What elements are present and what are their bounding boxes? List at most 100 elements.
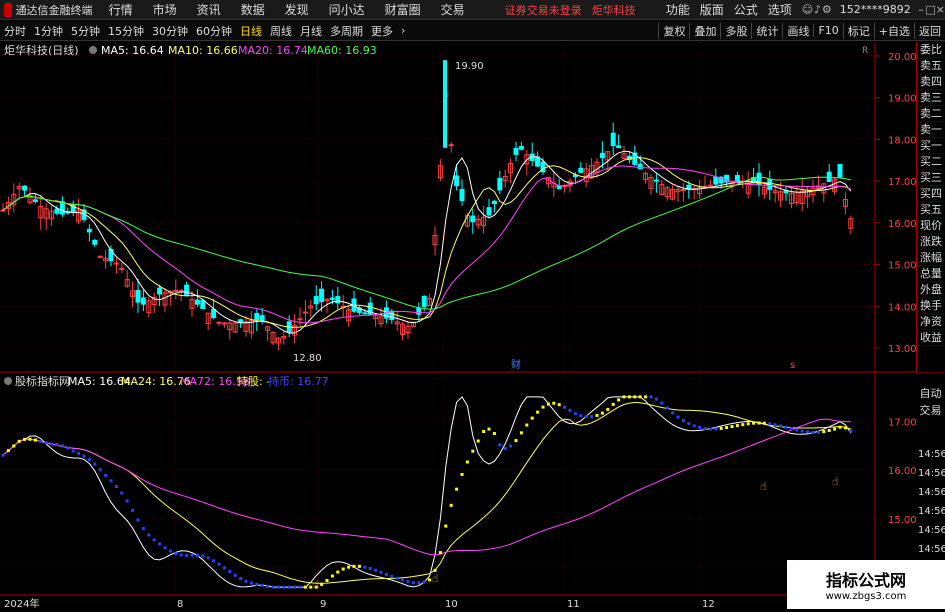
tool-stats[interactable]: 统计 — [751, 22, 782, 39]
candle-body[interactable] — [86, 228, 92, 233]
tool-adjust[interactable]: 复权 — [658, 22, 689, 39]
settings-icon[interactable] — [89, 46, 97, 54]
chart-area[interactable]: ☝ ☝ ☝ ☝ 20.00 19.00 18.00 17.00 16.00 15.00 14.00… — [0, 42, 945, 610]
menu-discover[interactable]: 发现 — [285, 1, 309, 18]
candle-body[interactable] — [221, 322, 227, 325]
maximize-button[interactable]: □ — [925, 3, 935, 16]
menu-data[interactable]: 数据 — [241, 1, 265, 18]
menu-ask[interactable]: 问小达 — [329, 1, 365, 18]
login-warning[interactable]: 证券交易未登录 — [505, 2, 582, 18]
quote-row[interactable]: 涨幅 — [917, 250, 945, 266]
quote-row[interactable]: 买五 — [917, 202, 945, 218]
kline-chart[interactable]: ☝ ☝ ☝ ☝ 20.00 19.00 18.00 17.00 16.00 15.00 14.00… — [0, 42, 945, 610]
candle-body[interactable] — [313, 296, 319, 305]
stock-label[interactable]: 炬华科技(日线) — [4, 43, 79, 57]
candle-body[interactable] — [421, 295, 427, 307]
candle-body[interactable] — [637, 163, 643, 170]
period-1min[interactable]: 1分钟 — [30, 23, 67, 39]
quote-row[interactable]: 买一 — [917, 138, 945, 154]
quote-row[interactable]: 卖五 — [917, 58, 945, 74]
candle-body[interactable] — [470, 215, 476, 223]
candle-body[interactable] — [113, 262, 119, 265]
more-chevron-icon[interactable]: › — [397, 24, 409, 37]
candle-body[interactable] — [200, 299, 206, 310]
candle-body[interactable] — [448, 144, 454, 147]
period-60min[interactable]: 60分钟 — [192, 23, 236, 39]
candle-body[interactable] — [454, 175, 460, 187]
sub-indicator-name[interactable]: 股标指标网 — [15, 374, 70, 388]
quote-row[interactable]: 总量 — [917, 266, 945, 282]
quote-row[interactable]: 外盘 — [917, 282, 945, 298]
candle-body[interactable] — [707, 184, 713, 187]
quote-row[interactable]: 买二 — [917, 154, 945, 170]
candle-body[interactable] — [713, 176, 719, 185]
hand-marker-icon[interactable]: ☝ — [313, 578, 320, 591]
candle-body[interactable] — [135, 289, 141, 303]
hand-marker-icon[interactable]: ☝ — [760, 480, 767, 493]
candle-body[interactable] — [556, 185, 562, 190]
menu-news[interactable]: 资讯 — [197, 1, 221, 18]
period-5min[interactable]: 5分钟 — [67, 23, 104, 39]
candle-body[interactable] — [259, 315, 265, 322]
auto-trade-panel[interactable]: 自动 交易 — [916, 385, 945, 420]
period-multi[interactable]: 多周期 — [326, 23, 367, 39]
tool-multi-stock[interactable]: 多股 — [720, 22, 751, 39]
user-icon[interactable]: ☺ — [802, 3, 813, 16]
quote-row[interactable]: 买四 — [917, 186, 945, 202]
candle-body[interactable] — [254, 312, 260, 320]
menu-exchange[interactable]: 市场 — [153, 1, 177, 18]
candle-body[interactable] — [610, 132, 616, 147]
close-button[interactable]: × — [936, 3, 945, 16]
auto-label[interactable]: 自动 — [916, 385, 945, 402]
candle-body[interactable] — [416, 307, 422, 315]
period-weekly[interactable]: 周线 — [266, 23, 296, 39]
quote-row[interactable]: 卖二 — [917, 106, 945, 122]
event-marker[interactable]: s — [790, 360, 795, 371]
tool-back[interactable]: 返回 — [914, 22, 945, 39]
candle-body[interactable] — [329, 297, 335, 300]
quote-row[interactable]: 委比 — [917, 42, 945, 58]
menu-wealth[interactable]: 财富圈 — [385, 1, 421, 18]
period-30min[interactable]: 30分钟 — [148, 23, 192, 39]
tool-f10[interactable]: F10 — [813, 24, 842, 37]
candle-body[interactable] — [616, 145, 622, 149]
candle-body[interactable] — [680, 188, 686, 191]
menu-trade[interactable]: 交易 — [441, 1, 465, 18]
candle-body[interactable] — [92, 239, 98, 245]
account-name[interactable]: 152****9892 — [840, 3, 911, 16]
candle-body[interactable] — [486, 207, 492, 216]
tool-overlay[interactable]: 叠加 — [689, 22, 720, 39]
candle-body[interactable] — [211, 308, 217, 319]
candle-body[interactable] — [578, 167, 584, 173]
candle-body[interactable] — [0, 209, 6, 212]
quote-row[interactable]: 换手 — [917, 298, 945, 314]
candle-body[interactable] — [497, 177, 503, 191]
candle-body[interactable] — [513, 147, 519, 155]
quote-row[interactable]: 收益 — [917, 330, 945, 346]
candle-body[interactable] — [319, 288, 325, 302]
period-15min[interactable]: 15分钟 — [104, 23, 148, 39]
quote-row[interactable]: 涨跌 — [917, 234, 945, 250]
quote-row[interactable]: 现价 — [917, 218, 945, 234]
quote-row[interactable]: 卖四 — [917, 74, 945, 90]
quote-row[interactable]: 卖三 — [917, 90, 945, 106]
finance-marker[interactable]: 财 — [511, 358, 521, 371]
settings-icon[interactable]: ⚙ — [822, 3, 832, 16]
candle-body[interactable] — [443, 60, 447, 148]
sub-settings-icon[interactable] — [4, 377, 12, 385]
candle-body[interactable] — [32, 199, 38, 202]
candle-body[interactable] — [297, 318, 303, 321]
candle-body[interactable] — [22, 185, 28, 191]
trade-label[interactable]: 交易 — [916, 402, 945, 419]
candle-body[interactable] — [459, 188, 465, 202]
tool-draw[interactable]: 画线 — [782, 22, 813, 39]
candle-body[interactable] — [194, 299, 200, 305]
period-more[interactable]: 更多 — [367, 23, 397, 39]
tool-add-watch[interactable]: +自选 — [873, 22, 914, 39]
minimize-button[interactable]: – — [917, 3, 926, 16]
bell-icon[interactable]: ♪ — [813, 3, 822, 16]
hand-marker-icon[interactable]: ☝ — [832, 475, 839, 488]
candle-body[interactable] — [140, 297, 146, 305]
period-tick[interactable]: 分时 — [0, 23, 30, 39]
candle-body[interactable] — [599, 152, 605, 159]
